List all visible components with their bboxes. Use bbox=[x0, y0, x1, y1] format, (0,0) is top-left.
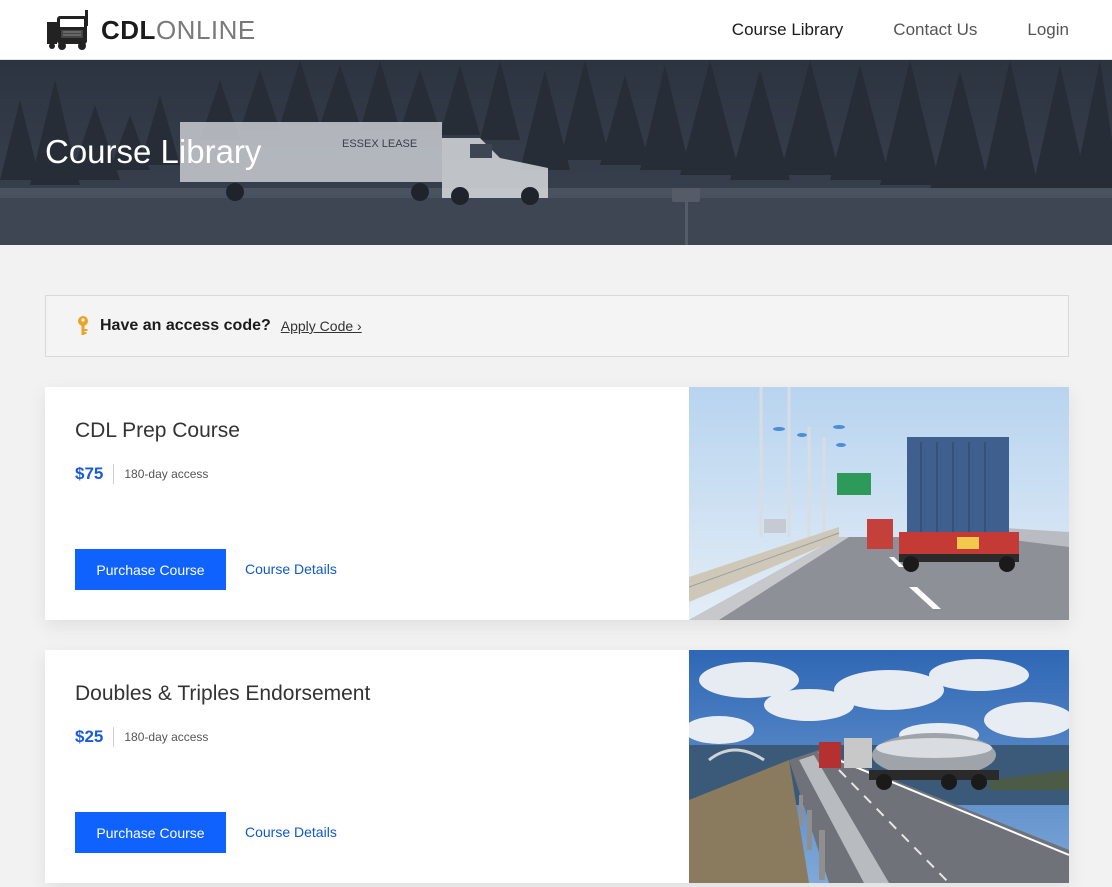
apply-code-link[interactable]: Apply Code › bbox=[281, 318, 362, 334]
course-price: $25 bbox=[75, 727, 104, 746]
price-divider bbox=[113, 464, 115, 484]
course-image-tanker-truck bbox=[689, 650, 1069, 883]
price-divider bbox=[113, 727, 115, 747]
course-card-body: Doubles & Triples Endorsement $25 180-da… bbox=[75, 650, 675, 883]
access-duration: 180-day access bbox=[124, 730, 209, 744]
price-row: $25 180-day access bbox=[75, 726, 208, 748]
main-nav: Course Library Contact Us Login bbox=[682, 0, 1069, 60]
course-details-link[interactable]: Course Details bbox=[245, 561, 337, 577]
course-title: CDL Prep Course bbox=[75, 419, 240, 442]
truck-icon bbox=[47, 10, 88, 50]
course-price: $75 bbox=[75, 464, 104, 483]
trailer-text: ESSEX LEASE bbox=[342, 138, 417, 150]
course-card-body: CDL Prep Course $75 180-day access Purch… bbox=[75, 387, 675, 620]
nav-course-library[interactable]: Course Library bbox=[732, 20, 844, 40]
nav-login[interactable]: Login bbox=[1027, 20, 1069, 40]
access-code-bar: Have an access code? Apply Code › bbox=[45, 295, 1069, 357]
course-title: Doubles & Triples Endorsement bbox=[75, 682, 371, 705]
site-logo[interactable]: CDLONLINE bbox=[45, 8, 256, 52]
purchase-course-button[interactable]: Purchase Course bbox=[75, 549, 226, 590]
site-header: CDLONLINE Course Library Contact Us Logi… bbox=[0, 0, 1112, 60]
page-title: Course Library bbox=[45, 133, 262, 170]
access-code-question: Have an access code? bbox=[100, 317, 271, 334]
brand-name: CDLONLINE bbox=[101, 8, 256, 52]
nav-contact-us[interactable]: Contact Us bbox=[893, 20, 977, 40]
course-card: Doubles & Triples Endorsement $25 180-da… bbox=[45, 650, 1069, 883]
course-card: CDL Prep Course $75 180-day access Purch… bbox=[45, 387, 1069, 620]
purchase-course-button[interactable]: Purchase Course bbox=[75, 812, 226, 853]
course-image-highway-truck bbox=[689, 387, 1069, 620]
course-details-link[interactable]: Course Details bbox=[245, 824, 337, 840]
access-duration: 180-day access bbox=[124, 467, 209, 481]
brand-name-bold: CDL bbox=[101, 15, 156, 45]
price-row: $75 180-day access bbox=[75, 463, 208, 485]
brand-name-light: ONLINE bbox=[155, 15, 256, 45]
key-icon bbox=[78, 316, 88, 335]
hero-banner: ESSEX LEASE Course Library bbox=[0, 60, 1112, 245]
